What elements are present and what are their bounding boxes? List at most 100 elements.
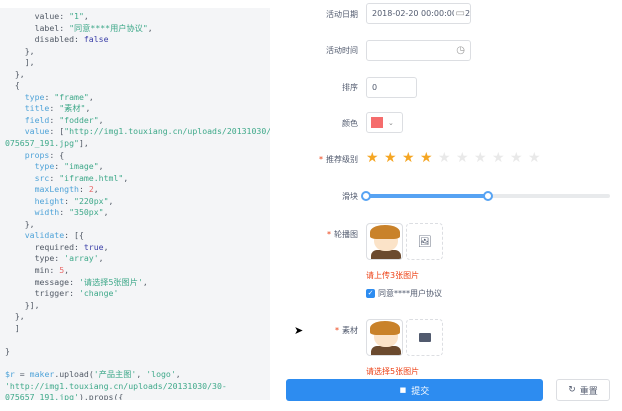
fodder-image-thumbnail[interactable] bbox=[366, 319, 403, 356]
fodder-label-text: 素材 bbox=[342, 326, 358, 335]
code-token: type bbox=[24, 91, 45, 102]
rating-star[interactable]: ★ bbox=[420, 150, 433, 166]
code-token: '请选择5张图片' bbox=[78, 276, 143, 287]
code-token: src bbox=[34, 172, 50, 183]
code-token: required: bbox=[5, 241, 84, 252]
code-token: type bbox=[34, 161, 55, 172]
carousel-label: * 轮播图 bbox=[327, 229, 358, 240]
code-token: : bbox=[59, 207, 70, 218]
code-token: ] bbox=[5, 322, 20, 333]
slider-handle-end[interactable] bbox=[483, 191, 493, 201]
slider-handle-start[interactable] bbox=[361, 191, 371, 201]
code-token: 075657_191.jpg' bbox=[5, 392, 79, 400]
code-token: , bbox=[108, 195, 114, 206]
code-token: : bbox=[54, 161, 65, 172]
range-slider[interactable] bbox=[361, 191, 610, 201]
code-line: { bbox=[0, 80, 270, 92]
code-token: , bbox=[123, 172, 129, 183]
sort-number-input[interactable]: 0 bbox=[366, 77, 417, 98]
calendar-icon: ▭ bbox=[453, 8, 465, 19]
code-line: type: "image", bbox=[0, 161, 270, 173]
code-token: }, bbox=[5, 68, 25, 79]
rating-star[interactable]: ★ bbox=[474, 150, 487, 166]
code-line: type: "frame", bbox=[0, 92, 270, 104]
code-token: disabled: bbox=[34, 34, 84, 45]
code-token: , bbox=[93, 184, 99, 195]
code-token: ], bbox=[5, 57, 35, 68]
code-line: }], bbox=[0, 300, 270, 312]
slider-label: 滑块 bbox=[342, 192, 358, 201]
code-token: "1" bbox=[69, 11, 84, 21]
code-token: , bbox=[147, 22, 153, 33]
code-token: true bbox=[83, 241, 104, 252]
code-line: }, bbox=[0, 69, 270, 81]
fodder-select-button[interactable] bbox=[406, 319, 443, 356]
code-token: "素材" bbox=[59, 103, 86, 114]
rating-star[interactable]: ★ bbox=[456, 150, 469, 166]
code-token: 'array' bbox=[64, 253, 99, 264]
rating-star[interactable]: ★ bbox=[492, 150, 505, 166]
code-token: : { bbox=[49, 149, 65, 160]
code-token: , bbox=[88, 91, 94, 102]
time-input[interactable]: ◷ bbox=[366, 40, 471, 61]
code-token: 'change' bbox=[78, 288, 119, 299]
code-line: field: "fodder", bbox=[0, 115, 270, 127]
code-token: message: bbox=[5, 276, 79, 287]
code-line: label: "同意****用户协议", bbox=[0, 23, 270, 35]
rating-star[interactable]: ★ bbox=[402, 150, 415, 166]
rating-star[interactable]: ★ bbox=[438, 150, 451, 166]
code-token: = bbox=[14, 368, 30, 379]
rating-star[interactable]: ★ bbox=[510, 150, 523, 166]
code-line: value: "1", bbox=[0, 11, 270, 23]
code-token: min: bbox=[5, 265, 60, 276]
code-token: , bbox=[142, 276, 148, 287]
clock-icon: ◷ bbox=[456, 45, 465, 56]
refresh-icon: ↻ bbox=[568, 385, 576, 395]
code-token: : bbox=[78, 184, 89, 195]
code-token: .upload( bbox=[54, 368, 94, 379]
rating-star[interactable]: ★ bbox=[366, 150, 379, 166]
rating-star[interactable]: ★ bbox=[528, 150, 541, 166]
required-mark: * bbox=[327, 230, 331, 239]
code-token: trigger: bbox=[5, 288, 79, 299]
color-picker[interactable]: ⌄ bbox=[366, 112, 403, 133]
reset-button[interactable]: ↻ 重置 bbox=[556, 379, 610, 401]
code-token: 'http://img1.touxiang.cn/uploads/2013103… bbox=[5, 380, 227, 391]
agree-checkbox[interactable]: ✓ 同意****用户协议 bbox=[366, 288, 442, 299]
code-token: "image" bbox=[64, 161, 99, 172]
code-token: value: bbox=[34, 11, 70, 21]
date-range-input[interactable]: 2018-02-20 00:00:00 - 2 ▭ bbox=[366, 3, 471, 24]
submit-button[interactable]: ■ 提交 bbox=[286, 379, 543, 401]
submit-icon: ■ bbox=[399, 386, 407, 394]
code-line: }, bbox=[0, 311, 270, 323]
rating-star[interactable]: ★ bbox=[384, 150, 397, 166]
code-line: 075657_191.jpg').props({ bbox=[0, 392, 270, 400]
color-swatch bbox=[371, 117, 383, 128]
code-token: 'logo' bbox=[146, 368, 176, 379]
carousel-upload-button[interactable]: 🖼 bbox=[406, 223, 443, 260]
fodder-error: 请选择5张图片 bbox=[366, 367, 420, 376]
code-token: false bbox=[83, 34, 109, 45]
code-token: : [{ bbox=[64, 230, 84, 241]
code-token: , bbox=[103, 241, 109, 252]
code-token: value bbox=[24, 126, 50, 137]
code-token: , bbox=[98, 114, 104, 125]
submit-label: 提交 bbox=[411, 386, 430, 397]
slider-fill bbox=[366, 194, 488, 198]
code-token: maker bbox=[29, 368, 55, 379]
code-line: width: "350px", bbox=[0, 207, 270, 219]
code-token: } bbox=[5, 345, 10, 356]
code-line: }, bbox=[0, 46, 270, 58]
code-token: validate bbox=[24, 230, 65, 241]
code-token: '产品主图' bbox=[93, 368, 137, 379]
code-line: ], bbox=[0, 57, 270, 69]
carousel-image-thumbnail[interactable] bbox=[366, 223, 403, 260]
code-line: maxLength: 2, bbox=[0, 184, 270, 196]
